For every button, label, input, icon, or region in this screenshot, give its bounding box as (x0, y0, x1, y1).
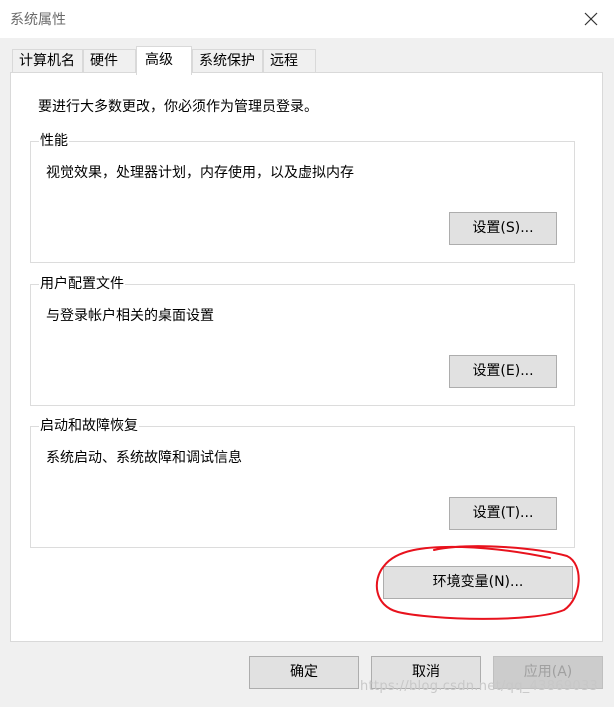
user-profiles-group: 用户配置文件 与登录帐户相关的桌面设置 设置(E)... (30, 274, 575, 406)
tab-label: 系统保护 (199, 53, 255, 69)
group-label: 性能 (39, 131, 69, 151)
performance-group: 性能 视觉效果，处理器计划，内存使用，以及虚拟内存 设置(S)... (30, 131, 575, 263)
user-profiles-settings-button[interactable]: 设置(E)... (449, 355, 557, 388)
environment-variables-button[interactable]: 环境变量(N)... (383, 566, 573, 599)
close-button[interactable] (568, 0, 614, 38)
close-icon (584, 12, 598, 26)
performance-settings-button[interactable]: 设置(S)... (449, 212, 557, 245)
group-description: 系统启动、系统故障和调试信息 (46, 450, 242, 466)
group-label: 用户配置文件 (39, 274, 125, 294)
tab-label: 硬件 (90, 53, 118, 69)
tab-hardware[interactable]: 硬件 (83, 49, 136, 73)
group-label: 启动和故障恢复 (39, 416, 139, 436)
tab-computer-name[interactable]: 计算机名 (12, 49, 83, 73)
ok-button[interactable]: 确定 (249, 656, 359, 689)
window-title: 系统属性 (10, 12, 66, 28)
startup-recovery-group: 启动和故障恢复 系统启动、系统故障和调试信息 设置(T)... (30, 416, 575, 548)
startup-recovery-settings-button[interactable]: 设置(T)... (449, 497, 557, 530)
group-description: 视觉效果，处理器计划，内存使用，以及虚拟内存 (46, 165, 354, 181)
title-bar: 系统属性 (0, 0, 614, 38)
watermark: https://blog.csdn.net/qq_43869033 (360, 679, 599, 694)
tab-label: 远程 (270, 53, 298, 69)
tab-label: 计算机名 (19, 53, 75, 69)
group-description: 与登录帐户相关的桌面设置 (46, 308, 214, 324)
tab-system-protection[interactable]: 系统保护 (192, 49, 263, 73)
tab-advanced[interactable]: 高级 (136, 46, 192, 75)
admin-notice: 要进行大多数更改，你必须作为管理员登录。 (38, 99, 318, 115)
tab-remote[interactable]: 远程 (263, 49, 316, 73)
tab-label: 高级 (145, 52, 173, 68)
